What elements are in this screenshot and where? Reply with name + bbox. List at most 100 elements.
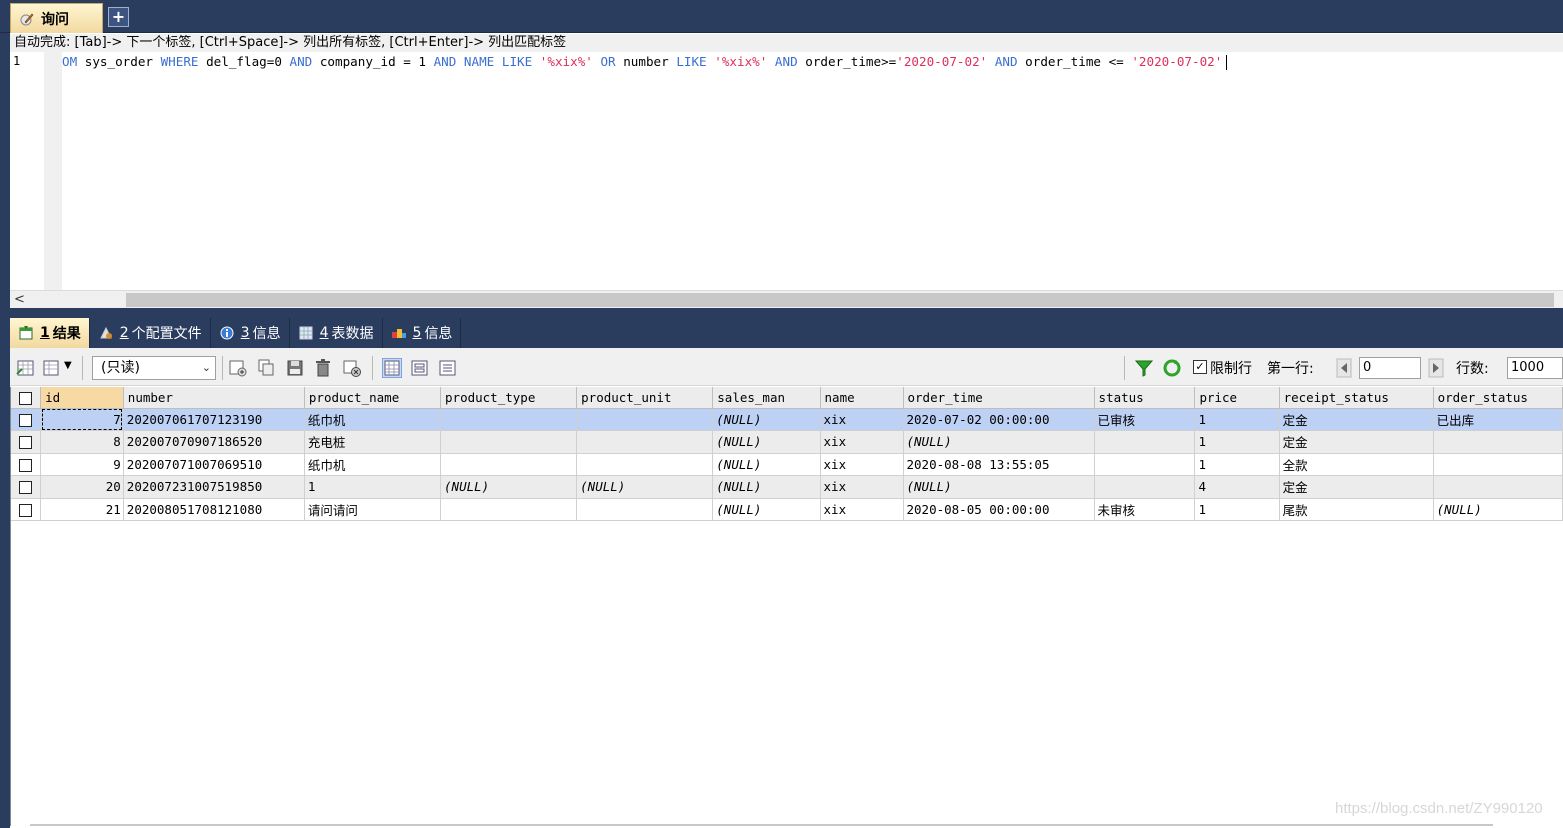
table-cell[interactable] [1433, 475, 1563, 499]
row-checkbox[interactable] [11, 430, 42, 454]
discard-changes-icon[interactable] [342, 358, 362, 378]
tab-result[interactable]: 1 结果 [10, 318, 90, 348]
table-cell[interactable]: (NULL) [903, 430, 1095, 454]
table-cell[interactable]: 202007231007519850 [123, 475, 305, 499]
table-cell[interactable]: 1 [1194, 498, 1280, 521]
tab-messages[interactable]: 3 信息 [211, 318, 290, 348]
table-cell[interactable]: (NULL) [1433, 498, 1563, 521]
table-cell[interactable]: xix [820, 408, 904, 431]
table-cell[interactable]: 8 [40, 430, 124, 454]
table-cell[interactable]: 未审核 [1094, 498, 1196, 521]
select-all-checkbox[interactable] [11, 387, 42, 409]
column-header-name[interactable]: name [820, 387, 904, 409]
grid-view-icon[interactable] [382, 358, 402, 378]
sql-editor[interactable]: 1 OM sys_order WHERE del_flag=0 AND comp… [10, 52, 1563, 290]
table-cell[interactable]: 4 [1194, 475, 1280, 499]
text-view-icon[interactable] [438, 358, 458, 378]
column-header-order-status[interactable]: order_status [1433, 387, 1563, 409]
table-cell[interactable] [576, 408, 714, 431]
table-cell[interactable]: 已审核 [1094, 408, 1196, 431]
table-cell[interactable]: 定金 [1279, 430, 1434, 454]
column-header-id[interactable]: id [40, 387, 124, 409]
delete-icon[interactable] [313, 358, 333, 378]
column-header-product-type[interactable]: product_type [440, 387, 578, 409]
scroll-thumb[interactable] [126, 293, 1554, 307]
column-header-sales-man[interactable]: sales_man [712, 387, 821, 409]
refresh-icon[interactable] [1162, 358, 1182, 378]
table-cell[interactable]: (NULL) [903, 475, 1095, 499]
table-cell[interactable]: 1 [1194, 453, 1280, 476]
add-row-icon[interactable] [228, 358, 248, 378]
tab-info[interactable]: 5 信息 [383, 318, 462, 348]
table-cell[interactable]: 7 [40, 408, 124, 431]
column-header-product-name[interactable]: product_name [304, 387, 442, 409]
table-cell[interactable]: 20 [40, 475, 124, 499]
table-cell[interactable]: 2020-08-05 00:00:00 [903, 498, 1095, 521]
table-cell[interactable]: 纸巾机 [304, 453, 442, 476]
table-cell[interactable] [440, 430, 578, 454]
sql-text[interactable]: OM sys_order WHERE del_flag=0 AND compan… [62, 54, 1228, 70]
table-cell[interactable]: (NULL) [712, 408, 821, 431]
table-cell[interactable] [1094, 453, 1196, 476]
table-cell[interactable] [1433, 453, 1563, 476]
table-cell[interactable]: (NULL) [712, 498, 821, 521]
table-cell[interactable]: 1 [1194, 408, 1280, 431]
table-cell[interactable]: xix [820, 498, 904, 521]
first-row-input[interactable]: 0 [1359, 357, 1421, 379]
table-cell[interactable]: (NULL) [576, 475, 714, 499]
tab-table-data[interactable]: 4 表数据 [290, 318, 383, 348]
chevron-down-icon[interactable]: ▼ [64, 360, 76, 380]
table-cell[interactable] [1433, 430, 1563, 454]
add-query-tab-button[interactable]: + [108, 7, 129, 27]
table-row[interactable]: 8 202007070907186520 充电桩 (NULL) xix (NULL) 1 定金 [11, 430, 1563, 454]
table-cell[interactable]: 202008051708121080 [123, 498, 305, 521]
table-cell[interactable]: 定金 [1279, 408, 1434, 431]
table-cell[interactable]: (NULL) [712, 430, 821, 454]
table-cell[interactable]: xix [820, 475, 904, 499]
table-cell[interactable]: 21 [40, 498, 124, 521]
table-cell[interactable]: 202007061707123190 [123, 408, 305, 431]
table-cell[interactable]: 1 [304, 475, 442, 499]
table-cell[interactable]: 充电桩 [304, 430, 442, 454]
table-cell[interactable] [1094, 430, 1196, 454]
result-grid[interactable]: id number product_name product_type prod… [10, 387, 1563, 826]
row-checkbox[interactable] [11, 408, 42, 431]
limit-rows-checkbox[interactable]: ✓ [1193, 360, 1207, 374]
column-header-order-time[interactable]: order_time [903, 387, 1095, 409]
table-cell[interactable]: 202007070907186520 [123, 430, 305, 454]
table-cell[interactable]: 9 [40, 453, 124, 476]
table-cell[interactable]: 尾款 [1279, 498, 1434, 521]
table-cell[interactable] [440, 498, 578, 521]
row-checkbox[interactable] [11, 453, 42, 476]
prev-page-icon[interactable] [1336, 358, 1352, 378]
column-header-status[interactable]: status [1094, 387, 1196, 409]
column-header-receipt-status[interactable]: receipt_status [1279, 387, 1434, 409]
table-cell[interactable] [440, 453, 578, 476]
table-cell[interactable] [440, 408, 578, 431]
export-grid-icon[interactable] [16, 358, 36, 378]
table-cell[interactable]: 1 [1194, 430, 1280, 454]
tab-profile[interactable]: 2 个配置文件 [90, 318, 211, 348]
column-header-number[interactable]: number [123, 387, 305, 409]
row-checkbox[interactable] [11, 475, 42, 499]
table-cell[interactable] [576, 498, 714, 521]
row-count-input[interactable]: 1000 [1507, 357, 1563, 379]
duplicate-row-icon[interactable] [256, 358, 276, 378]
table-cell[interactable]: 202007071007069510 [123, 453, 305, 476]
table-cell[interactable]: (NULL) [440, 475, 578, 499]
next-page-icon[interactable] [1428, 358, 1444, 378]
column-header-price[interactable]: price [1194, 387, 1280, 409]
pane-splitter[interactable] [0, 308, 1563, 318]
scroll-left-arrow[interactable]: < [14, 292, 25, 307]
table-cell[interactable]: 2020-08-08 13:55:05 [903, 453, 1095, 476]
table-cell[interactable] [576, 453, 714, 476]
table-row[interactable]: 21 202008051708121080 请问请问 (NULL) xix 2020-08… [11, 498, 1563, 521]
table-row[interactable]: 7 202007061707123190 纸巾机 (NULL) xix 2020-07-0… [11, 408, 1563, 431]
query-tab[interactable]: 询问 [10, 3, 103, 33]
table-cell[interactable] [576, 430, 714, 454]
editor-horizontal-scrollbar[interactable]: < [10, 290, 1563, 308]
table-cell[interactable]: 定金 [1279, 475, 1434, 499]
filter-icon[interactable] [1134, 358, 1154, 378]
table-cell[interactable] [1094, 475, 1196, 499]
save-icon[interactable] [285, 358, 305, 378]
